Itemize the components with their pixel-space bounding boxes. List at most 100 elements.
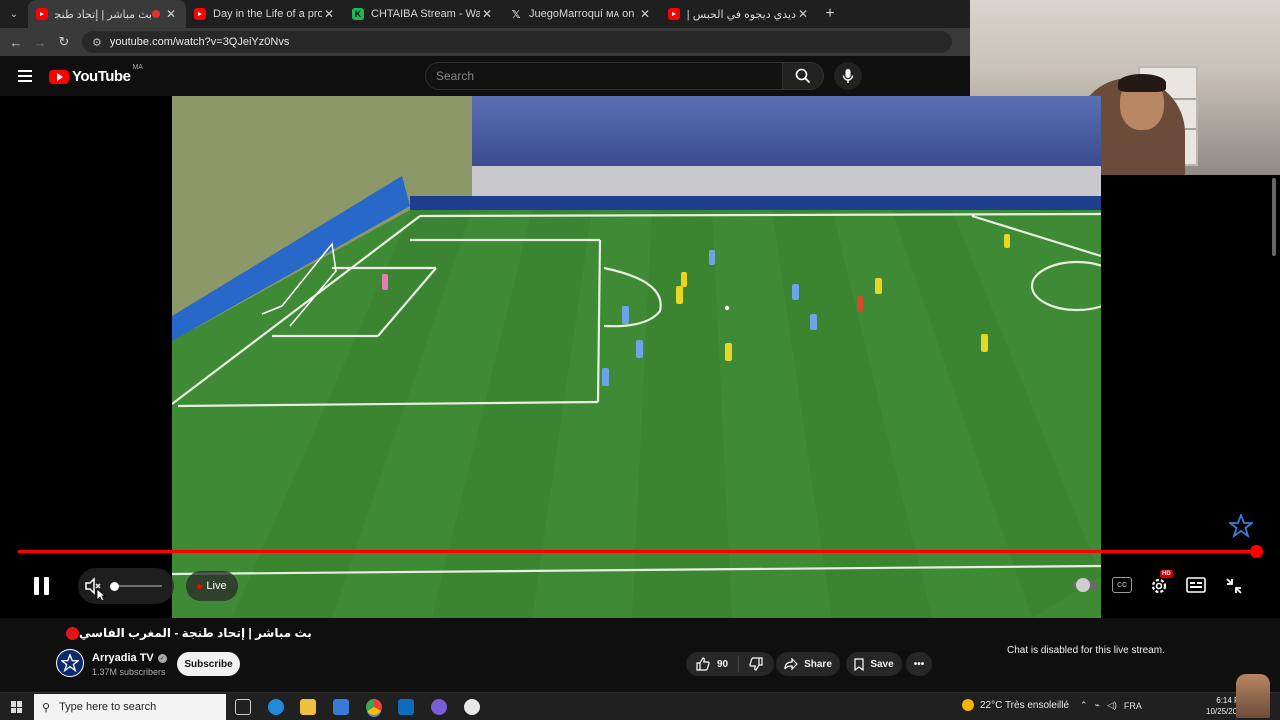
url-text: youtube.com/watch?v=3QJeiYz0Nvs <box>109 36 290 48</box>
search-icon: ⚲ <box>42 701 51 714</box>
thumbs-up-icon <box>696 657 710 671</box>
taskbar-search-placeholder: Type here to search <box>59 701 157 713</box>
youtube-icon <box>668 8 680 20</box>
subscriber-count: 1.37M subscribers <box>92 667 166 677</box>
back-arrow-icon[interactable]: ← <box>4 35 28 50</box>
chrome-icon[interactable] <box>366 699 382 715</box>
live-label: Live <box>206 580 227 592</box>
search-input[interactable]: Search <box>425 62 783 90</box>
tab-4[interactable]: 𝕏 JuegoMarroquí ᴍᴀ on X: "Azze ✕ <box>502 0 660 28</box>
more-dots-icon: ••• <box>913 658 925 670</box>
like-button[interactable]: 90 <box>686 656 740 672</box>
new-tab-icon[interactable]: + <box>818 5 842 23</box>
bookmark-icon <box>854 657 864 671</box>
windows-start-icon[interactable] <box>11 701 23 713</box>
tab-2[interactable]: Day in the Life of a pro football ✕ <box>186 0 344 28</box>
theater-mode-icon[interactable] <box>1186 577 1206 593</box>
dislike-button[interactable] <box>739 657 763 671</box>
microphone-icon <box>842 69 854 83</box>
like-dislike-group: 90 <box>686 652 774 676</box>
close-tab-icon[interactable]: ✕ <box>796 7 810 21</box>
reload-icon[interactable]: ↻ <box>52 34 76 50</box>
mouse-cursor-icon <box>96 588 106 602</box>
edge-browser-icon[interactable] <box>268 699 284 715</box>
tab-1[interactable]: بث مباشر | إتحاد طنجة - المغ ✕ <box>28 0 186 28</box>
search-icon <box>795 68 811 84</box>
recording-indicator-icon <box>152 10 160 18</box>
verified-check-icon: ✓ <box>157 653 167 663</box>
outlook-icon[interactable] <box>398 699 414 715</box>
menu-hamburger-icon[interactable] <box>18 70 32 82</box>
youtube-wordmark: YouTube <box>72 68 131 85</box>
voice-search-button[interactable] <box>834 62 862 90</box>
close-tab-icon[interactable]: ✕ <box>480 7 494 21</box>
search-placeholder: Search <box>436 69 475 83</box>
tray-chevron-icon[interactable]: ⌃ <box>1080 700 1088 711</box>
progress-bar[interactable] <box>18 550 1256 553</box>
chat-disabled-message: Chat is disabled for this live stream. <box>1007 645 1165 656</box>
search-button[interactable] <box>782 62 824 90</box>
channel-avatar[interactable] <box>56 649 84 677</box>
video-title: بث مباشر | إتحاد طنجة - المغرب الفاسي <box>60 626 312 640</box>
webcam-hair <box>1118 74 1166 92</box>
autoplay-toggle-track <box>1073 578 1097 592</box>
obs-icon[interactable] <box>464 699 480 715</box>
taskbar-search-input[interactable]: ⚲ Type here to search <box>34 694 226 720</box>
channel-watermark-star-icon[interactable] <box>1229 514 1253 538</box>
tab-title: Day in the Life of a pro football <box>213 8 322 20</box>
share-arrow-icon <box>784 658 798 670</box>
hd-badge: HD <box>1160 570 1173 578</box>
sun-icon <box>962 699 974 711</box>
channel-name-text: Arryadia TV <box>92 652 154 664</box>
pause-bar-left <box>33 577 39 595</box>
autoplay-toggle[interactable] <box>1072 577 1098 593</box>
pause-button[interactable] <box>30 575 52 597</box>
tab-3[interactable]: K CHTAIBA Stream - Watch Live c ✕ <box>344 0 502 28</box>
channel-star-icon <box>61 654 79 672</box>
keyboard-language[interactable]: FRA <box>1124 701 1142 711</box>
kick-icon: K <box>352 8 364 20</box>
share-button[interactable]: Share <box>776 652 840 676</box>
football-pitch-scene <box>172 96 1101 618</box>
video-frame[interactable] <box>172 96 1101 618</box>
youtube-play-icon <box>49 69 69 84</box>
forward-arrow-icon[interactable]: → <box>28 35 52 50</box>
volume-slider-knob[interactable] <box>110 582 119 591</box>
site-info-icon[interactable]: ⚙ <box>92 36 102 49</box>
network-icon[interactable]: ⌁ <box>1095 700 1100 711</box>
live-indicator-icon <box>66 626 79 640</box>
youtube-icon <box>36 8 48 20</box>
file-explorer-icon[interactable] <box>300 699 316 715</box>
pause-bar-right <box>43 577 49 595</box>
app-icon[interactable] <box>431 699 447 715</box>
fullscreen-exit-icon[interactable] <box>1224 576 1244 596</box>
progress-scrubber[interactable] <box>1250 545 1263 558</box>
streamer-emote-avatar <box>1236 674 1270 718</box>
close-tab-icon[interactable]: ✕ <box>164 7 178 21</box>
youtube-logo[interactable]: YouTube MA <box>49 64 143 85</box>
channel-name[interactable]: Arryadia TV ✓ <box>92 652 167 664</box>
weather-text: 22°C Très ensoleillé <box>980 699 1070 711</box>
live-dot-icon <box>197 583 203 589</box>
country-code: MA <box>132 64 143 71</box>
page-scrollbar[interactable] <box>1272 178 1276 256</box>
microsoft-store-icon[interactable] <box>333 699 349 715</box>
volume-slider-track[interactable] <box>114 585 162 587</box>
url-input[interactable]: ⚙ youtube.com/watch?v=3QJeiYz0Nvs <box>82 31 952 53</box>
close-tab-icon[interactable]: ✕ <box>322 7 336 21</box>
save-label: Save <box>870 658 894 670</box>
tab-search-chevron-icon[interactable]: ⌄ <box>0 0 28 28</box>
subscribe-button[interactable]: Subscribe <box>177 652 240 676</box>
subtitles-button[interactable]: CC <box>1112 577 1132 593</box>
weather-widget[interactable]: 22°C Très ensoleillé <box>962 699 1069 711</box>
speaker-icon[interactable]: ◁) <box>1107 700 1117 711</box>
close-tab-icon[interactable]: ✕ <box>638 7 652 21</box>
live-badge[interactable]: Live <box>186 571 238 601</box>
tab-5[interactable]: ديدي ديجوه في الحبس | بتث كان ✕ <box>660 0 818 28</box>
task-view-icon[interactable] <box>235 699 251 715</box>
tab-title: JuegoMarroquí ᴍᴀ on X: "Azze <box>529 8 638 20</box>
more-actions-button[interactable]: ••• <box>906 652 932 676</box>
like-count: 90 <box>717 658 729 670</box>
save-button[interactable]: Save <box>846 652 902 676</box>
settings-gear-icon[interactable] <box>1148 575 1170 597</box>
